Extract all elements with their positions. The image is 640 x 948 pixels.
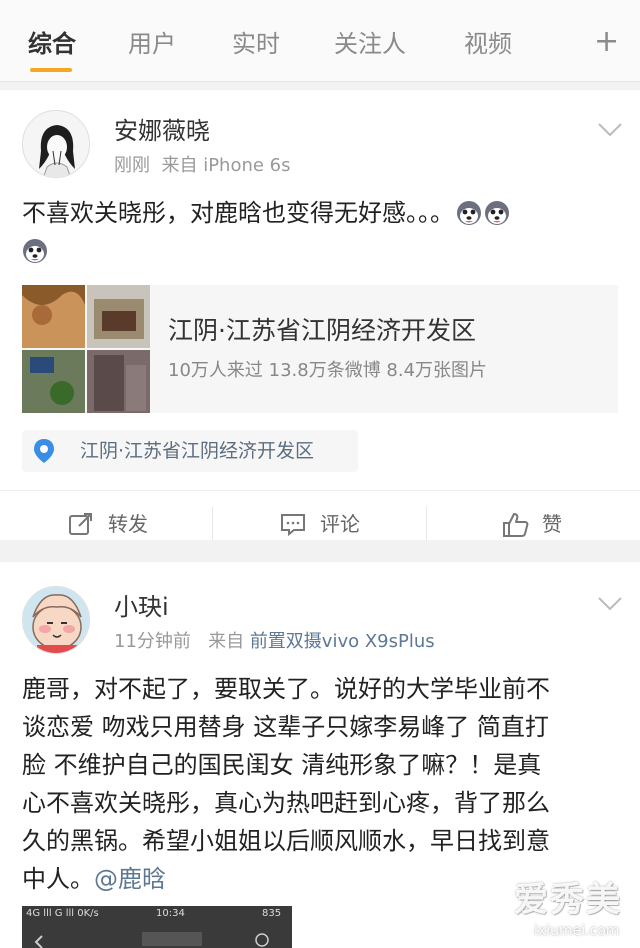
repost-label: 转发 [108, 512, 148, 536]
repost-icon [69, 513, 92, 535]
post-text-line: 谈恋爱 吻戏只用替身 这辈子只嫁李易峰了 简直打 [22, 713, 549, 741]
post-text-line: 鹿哥，对不起了，要取关了。说好的大学毕业前不 [22, 675, 550, 703]
screenshot-status-right: 835 [262, 908, 282, 919]
tab-realtime[interactable]: 实时 [232, 28, 280, 60]
mention-link[interactable]: @鹿晗 [94, 865, 166, 893]
post-source: iPhone 6s [203, 155, 291, 176]
post-text-line: 脸 不维护自己的国民闺女 清纯形象了嘛？！是真 [22, 751, 542, 779]
post-username[interactable]: 安娜薇晓 [114, 116, 210, 146]
post-text-line: 久的黑锅。希望小姐姐以后顺风顺水，早日找到意 [22, 827, 550, 855]
post-meta: 刚刚 来自 iPhone 6s [114, 154, 291, 178]
husky-face-icon [485, 201, 509, 225]
comment-label: 评论 [320, 512, 360, 536]
husky-face-icon [457, 201, 481, 225]
post-source[interactable]: 前置双摄vivo X9sPlus [250, 631, 435, 652]
location-tag-label: 江阴·江苏省江阴经济开发区 [80, 440, 315, 462]
add-tab-icon[interactable]: + [594, 24, 619, 60]
post-time: 刚刚 [114, 155, 150, 176]
watermark: 爱秀美 ixiumei.com [512, 880, 632, 944]
post-card-1[interactable]: 安娜薇晓 刚刚 来自 iPhone 6s 不喜欢关晓彤，对鹿晗也变得无好感。。。… [0, 90, 640, 541]
screenshot-nav-row [34, 932, 269, 948]
source-prefix: 来自 [208, 631, 245, 652]
watermark-domain: ixiumei.com [534, 923, 620, 939]
chevron-down-icon[interactable] [597, 122, 623, 138]
attached-screenshot[interactable]: 4G lll G lll 0K/s 10:34 835 [22, 906, 292, 948]
post-text-line: 心不喜欢关晓彤，真心为热吧赶到心疼，背了那么 [22, 789, 550, 817]
location-photo-grid [22, 285, 150, 413]
like-label: 赞 [542, 512, 562, 536]
post-text: 鹿哥，对不起了，要取关了。说好的大学毕业前不 谈恋爱 吻戏只用替身 这辈子只嫁李… [22, 670, 618, 898]
post-text-content: 不喜欢关晓彤，对鹿晗也变得无好感。。。 [22, 199, 454, 227]
tab-video[interactable]: 视频 [464, 28, 512, 60]
location-pin-icon [34, 439, 54, 463]
post-time: 11分钟前 [114, 631, 191, 652]
action-divider [212, 507, 213, 541]
avatar[interactable] [22, 586, 90, 654]
comment-icon [281, 514, 305, 537]
screenshot-status-time: 10:34 [156, 908, 185, 919]
post-text: 不喜欢关晓彤，对鹿晗也变得无好感。。。 [22, 194, 618, 270]
screenshot-status-left: 4G lll G lll 0K/s [26, 908, 99, 919]
thumbs-up-icon [503, 513, 529, 537]
post-actions: 转发 评论 赞 [0, 490, 640, 554]
post-username[interactable]: 小玦i [114, 592, 169, 622]
location-card-stats: 10万人来过 13.8万条微博 8.4万张图片 [168, 360, 488, 381]
location-tag[interactable]: 江阴·江苏省江阴经济开发区 [22, 430, 358, 472]
chevron-down-icon[interactable] [597, 596, 623, 612]
active-tab-indicator [30, 68, 72, 72]
location-card-title: 江阴·江苏省江阴经济开发区 [168, 316, 476, 345]
location-card[interactable]: 江阴·江苏省江阴经济开发区 10万人来过 13.8万条微博 8.4万张图片 [22, 285, 618, 413]
post-text-line: 中人。 [22, 865, 94, 893]
tab-following[interactable]: 关注人 [334, 28, 406, 60]
tab-comprehensive[interactable]: 综合 [28, 28, 76, 60]
husky-face-icon [23, 239, 47, 263]
source-prefix: 来自 [161, 155, 198, 176]
post-meta: 11分钟前 来自 前置双摄vivo X9sPlus [114, 630, 435, 654]
tab-users[interactable]: 用户 [128, 28, 176, 60]
avatar[interactable] [22, 110, 90, 178]
watermark-brand: 爱秀美 [514, 880, 622, 920]
action-divider [426, 507, 427, 541]
search-tab-bar: 综合 用户 实时 关注人 视频 + [0, 0, 640, 82]
